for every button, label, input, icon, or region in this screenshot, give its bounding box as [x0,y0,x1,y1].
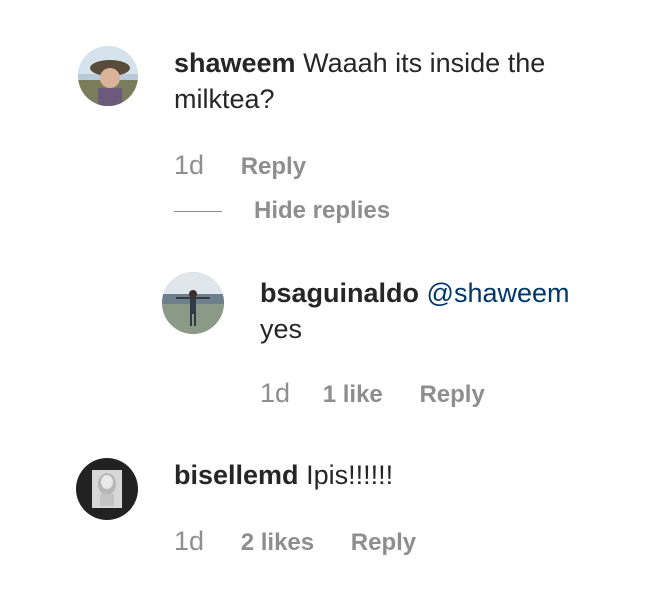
reply-time: 1d [260,378,291,408]
comment-text-line-1: shaweem Waaah its inside the [174,46,545,80]
reply-body: yes [260,314,303,344]
avatar[interactable] [76,458,138,520]
reply-username[interactable]: bsaguinaldo [260,278,419,308]
reply-button[interactable]: Reply [419,381,484,408]
avatar[interactable] [78,46,138,106]
user-photo-avatar-icon [78,46,138,106]
comment-username[interactable]: shaweem [174,48,296,78]
hide-replies-button[interactable]: Hide replies [174,196,390,226]
comment-shaweem: shaweem Waaah its inside the milktea? 1d… [0,0,660,200]
comment-time: 1d [174,526,205,556]
comment-meta: 1d Reply [174,150,306,182]
comment-body: Waaah its inside the [303,48,546,78]
hide-replies-divider [174,210,222,212]
avatar[interactable] [162,272,224,334]
comment-username[interactable]: bisellemd [174,460,299,490]
reply-likes-link[interactable]: 1 like [323,381,383,408]
reply-mention-link[interactable]: @shaweem [427,278,570,308]
comment-text-line-1: bisellemd Ipis!!!!!! [174,458,393,492]
reply-button[interactable]: Reply [241,153,306,180]
comment-time: 1d [174,150,205,180]
reply-meta: 1d 1 like Reply [260,378,485,410]
comment-text-line-2: milktea? [174,84,275,114]
reply-text-line-1: bsaguinaldo @shaweem [260,276,570,310]
user-photo-avatar-icon [76,458,138,520]
comment-body: Ipis!!!!!! [306,460,394,490]
user-photo-avatar-icon [162,272,224,334]
comment-meta: 1d 2 likes Reply [174,526,416,558]
reply-button[interactable]: Reply [351,529,416,556]
comment-likes-link[interactable]: 2 likes [241,529,314,556]
hide-replies-label: Hide replies [254,197,391,224]
